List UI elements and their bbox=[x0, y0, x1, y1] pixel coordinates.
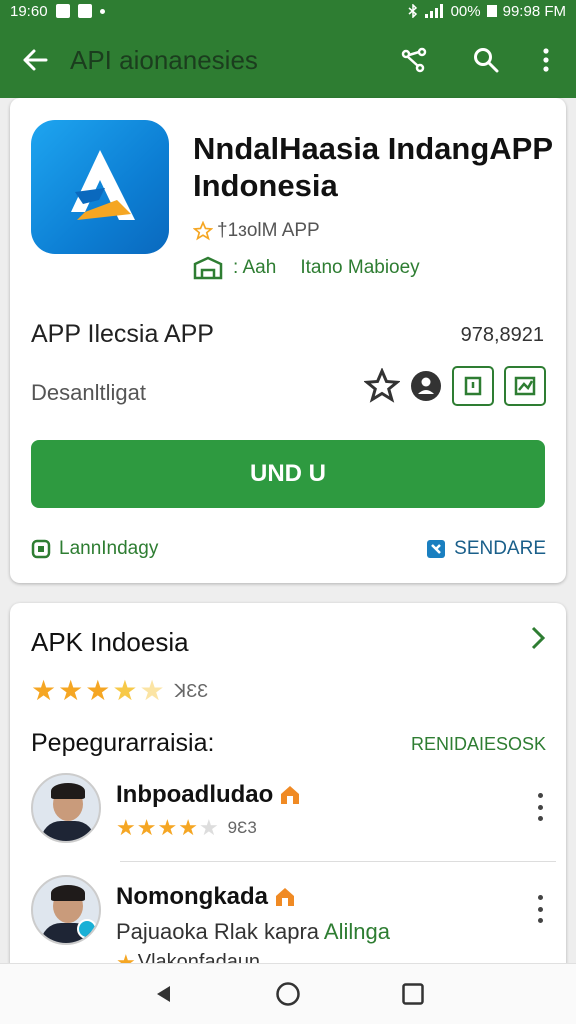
app-subtitle: APP Ilecsia APP bbox=[31, 320, 214, 348]
bookmark-button[interactable] bbox=[452, 366, 494, 406]
app-developer[interactable]: †1ɜolM APP bbox=[193, 220, 320, 242]
star-full-icon: ★ bbox=[116, 815, 136, 840]
app-detail-card: NndalHaasia IndangAPP Indonesia †1ɜolM A… bbox=[10, 98, 566, 583]
review-rating: ★ ★ ★ ★ ★ 9Ɛ3 bbox=[116, 817, 257, 839]
reviews-title: APK Indoesia bbox=[31, 627, 189, 657]
chart-button[interactable] bbox=[504, 366, 546, 406]
avatar bbox=[31, 773, 101, 843]
star-full-icon: ★ bbox=[58, 675, 84, 706]
reviews-count: ꓘƐƐ bbox=[174, 680, 209, 701]
chevron-right-icon bbox=[531, 626, 546, 650]
dot-icon bbox=[99, 8, 105, 14]
battery-percent: 00% bbox=[450, 2, 481, 20]
star-full-icon: ★ bbox=[85, 675, 111, 706]
star-half-icon: ★ bbox=[112, 675, 138, 706]
reviews-expand-button[interactable] bbox=[530, 625, 546, 656]
status-bar: 19:60 00% 99:98 FM bbox=[0, 0, 576, 22]
review-name: Inbpoadludao bbox=[116, 781, 301, 809]
reviews-card: APK Indoesia ★ ★ ★ ★ ★ ꓘƐƐ Pepegurarrais… bbox=[10, 603, 566, 973]
app-name-line1: NndalHaasia IndangAPP bbox=[193, 131, 554, 166]
bluetooth-icon bbox=[408, 4, 417, 18]
recents-square-icon bbox=[402, 983, 425, 1005]
reviews-rating: ★ ★ ★ ★ ★ ꓘƐƐ bbox=[31, 677, 208, 705]
star-full-icon: ★ bbox=[136, 815, 157, 840]
status-clock: 99:98 FM bbox=[502, 2, 566, 20]
review-divider bbox=[120, 861, 556, 862]
share-box-icon bbox=[427, 540, 446, 558]
app-link-right-label: SENDARE bbox=[454, 538, 546, 559]
share-icon bbox=[401, 47, 427, 73]
search-button[interactable] bbox=[450, 22, 522, 98]
back-arrow-icon bbox=[23, 49, 48, 71]
bookmark-icon bbox=[464, 376, 482, 396]
chart-icon bbox=[514, 376, 536, 396]
star-empty-icon: ★ bbox=[198, 815, 219, 840]
review-more-button[interactable] bbox=[528, 793, 552, 821]
app-developer-label: †1ɜolM APP bbox=[217, 220, 320, 241]
app-number: 978,8921 bbox=[460, 324, 544, 346]
app-category[interactable]: : Aah Itano Mabioey bbox=[193, 256, 420, 280]
app-category-right: Itano Mabioey bbox=[300, 257, 420, 278]
nav-recents-button[interactable] bbox=[383, 969, 443, 1019]
toolbar-title: API aionanesies bbox=[70, 44, 258, 75]
review-text-plain: Pajuaoka Rlak kapra bbox=[116, 919, 324, 944]
nav-home-button[interactable] bbox=[258, 969, 318, 1019]
app-link-left-label: LannIndagy bbox=[59, 538, 159, 559]
star-full-icon: ★ bbox=[157, 815, 178, 840]
app-name-line2: Indonesia bbox=[193, 168, 338, 204]
review-name-label: Nomongkada bbox=[116, 883, 269, 910]
app-logo-icon bbox=[71, 150, 135, 220]
app-name: NndalHaasia IndangAPP Indonesia bbox=[193, 130, 558, 204]
back-button[interactable] bbox=[0, 22, 70, 98]
review-name: Nomongkada bbox=[116, 883, 296, 911]
review-item[interactable]: Nomongkada Pajuaoka Rlak kapra Alilnga ★… bbox=[10, 875, 566, 975]
avatar bbox=[31, 875, 101, 945]
reviews-label: Pepegurarraisia: bbox=[31, 729, 215, 757]
more-vert-icon bbox=[543, 48, 549, 72]
app-developer-secondary: Desanltligat bbox=[31, 380, 146, 405]
notification-icon bbox=[55, 4, 70, 18]
review-item[interactable]: Inbpoadludao ★ ★ ★ ★ ★ 9Ɛ3 bbox=[10, 773, 566, 873]
signal-icon bbox=[424, 4, 443, 18]
store-icon bbox=[193, 256, 223, 280]
star-empty-icon: ★ bbox=[139, 675, 165, 706]
app-toolbar: API aionanesies bbox=[0, 22, 576, 98]
user-circle-icon[interactable] bbox=[410, 370, 442, 402]
install-button[interactable]: UND U bbox=[31, 440, 545, 508]
home-circle-icon bbox=[276, 982, 300, 1006]
app-link-right[interactable]: SENDARE bbox=[426, 538, 546, 560]
app-category-left: : Aah bbox=[233, 257, 277, 278]
star-half-icon: ★ bbox=[178, 815, 198, 840]
home-badge-icon bbox=[281, 786, 300, 804]
back-triangle-icon bbox=[156, 986, 170, 1002]
home-badge-icon bbox=[276, 888, 295, 906]
review-name-label: Inbpoadludao bbox=[116, 781, 274, 808]
review-rating-count: 9Ɛ3 bbox=[227, 818, 257, 837]
status-time: 19:60 bbox=[10, 2, 48, 20]
star-full-icon: ★ bbox=[31, 675, 57, 706]
review-more-button[interactable] bbox=[528, 895, 552, 923]
review-text-highlight: Alilnga bbox=[323, 919, 390, 944]
more-button[interactable] bbox=[522, 22, 570, 98]
app-action-icons bbox=[364, 366, 546, 406]
review-text: Pajuaoka Rlak kapra Alilnga bbox=[116, 919, 390, 945]
star-outline-icon[interactable] bbox=[364, 368, 400, 404]
verified-badge-icon bbox=[77, 919, 97, 939]
search-icon bbox=[474, 48, 499, 73]
nav-back-button[interactable] bbox=[133, 969, 193, 1019]
notification-icon-2 bbox=[77, 4, 92, 18]
app-link-left[interactable]: LannIndagy bbox=[31, 538, 158, 560]
system-nav-bar bbox=[0, 963, 576, 1024]
link-box-icon bbox=[31, 539, 51, 559]
reviews-action-link[interactable]: RENIDAIESOSK bbox=[411, 734, 546, 755]
battery-icon bbox=[486, 5, 497, 17]
app-icon bbox=[31, 120, 169, 254]
star-outline-icon bbox=[193, 221, 213, 241]
share-button[interactable] bbox=[378, 22, 450, 98]
